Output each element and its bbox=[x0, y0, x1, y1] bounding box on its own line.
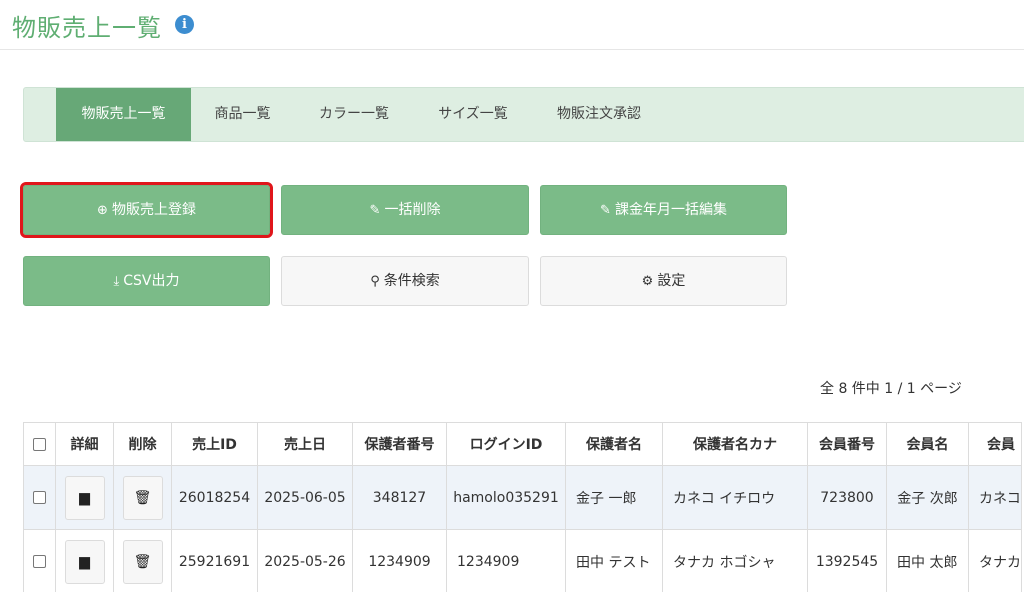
column-header: 詳細 bbox=[55, 422, 114, 466]
column-header[interactable]: 保護者名カナ bbox=[662, 422, 808, 466]
tab-bar: 物販売上一覧 商品一覧 カラー一覧 サイズ一覧 物販注文承認 bbox=[23, 87, 1024, 142]
trash-icon[interactable]: 🗑 bbox=[122, 475, 163, 520]
page-title: 物販売上一覧 bbox=[12, 14, 162, 42]
row-checkbox[interactable] bbox=[33, 491, 46, 504]
register-button[interactable]: ⊕ 物販売上登録 bbox=[20, 182, 273, 238]
pager-summary: 全 8 件中 1 / 1 ページ bbox=[820, 381, 962, 397]
download-icon: ⤓ bbox=[113, 274, 120, 289]
table-header-row: 詳細 削除 売上ID 売上日 保護者番号 ログインID 保護者名 保護者名カナ … bbox=[23, 422, 1022, 466]
column-header[interactable]: ログインID bbox=[446, 422, 566, 466]
column-header[interactable]: 保護者名 bbox=[565, 422, 663, 466]
tab-color-list[interactable]: カラー一覧 bbox=[294, 88, 414, 141]
settings-button[interactable]: ⚙ 設定 bbox=[540, 256, 787, 306]
bulk-delete-button[interactable]: ✎ 一括削除 bbox=[281, 185, 529, 235]
trash-icon[interactable]: 🗑 bbox=[122, 539, 163, 584]
sales-date-cell: 2025-05-26 bbox=[257, 529, 353, 592]
column-header[interactable]: 会員 bbox=[968, 422, 1022, 466]
pencil-icon: ✎ bbox=[600, 203, 611, 218]
column-header[interactable]: 売上日 bbox=[257, 422, 353, 466]
row-checkbox[interactable] bbox=[33, 555, 46, 568]
member-kana-cell: カネコ bbox=[968, 465, 1022, 530]
tab-product-list[interactable]: 商品一覧 bbox=[191, 88, 294, 141]
plus-circle-icon: ⊕ bbox=[97, 203, 108, 218]
document-icon[interactable]: ▆ bbox=[64, 539, 105, 584]
member-number-cell: 1392545 bbox=[807, 529, 887, 592]
sales-date-cell: 2025-06-05 bbox=[257, 465, 353, 530]
detail-cell: ▆ bbox=[55, 529, 114, 592]
csv-output-button[interactable]: ⤓ CSV出力 bbox=[23, 256, 270, 306]
select-all-checkbox[interactable] bbox=[33, 437, 46, 451]
guardian-kana-cell: タナカ ホゴシャ bbox=[662, 529, 808, 592]
delete-cell: 🗑 bbox=[113, 529, 172, 592]
detail-cell: ▆ bbox=[55, 465, 114, 530]
bulk-edit-month-button[interactable]: ✎ 課金年月一括編集 bbox=[540, 185, 787, 235]
column-header[interactable]: 会員番号 bbox=[807, 422, 887, 466]
table-row: ▆ 🗑 26018254 2025-06-05 348127 hamolo035… bbox=[23, 465, 1022, 530]
search-button[interactable]: ⚲ 条件検索 bbox=[281, 256, 529, 306]
guardian-kana-cell: カネコ イチロウ bbox=[662, 465, 808, 530]
sales-id-cell: 25921691 bbox=[171, 529, 258, 592]
select-all-checkbox-cell[interactable] bbox=[23, 422, 56, 466]
pencil-icon: ✎ bbox=[369, 203, 381, 218]
tab-order-approval[interactable]: 物販注文承認 bbox=[532, 88, 666, 141]
member-name-cell: 金子 次郎 bbox=[886, 465, 969, 530]
member-kana-cell: タナカ bbox=[968, 529, 1022, 592]
info-icon[interactable]: i bbox=[175, 15, 194, 34]
column-header[interactable]: 保護者番号 bbox=[352, 422, 447, 466]
delete-cell: 🗑 bbox=[113, 465, 172, 530]
login-id-cell: 1234909 bbox=[446, 529, 566, 592]
guardian-number-cell: 1234909 bbox=[352, 529, 447, 592]
login-id-cell: hamolo035291 bbox=[446, 465, 566, 530]
column-header: 削除 bbox=[113, 422, 172, 466]
tab-size-list[interactable]: サイズ一覧 bbox=[414, 88, 532, 141]
row-checkbox-cell[interactable] bbox=[23, 465, 56, 530]
table-row: ▆ 🗑 25921691 2025-05-26 1234909 1234909 … bbox=[23, 529, 1022, 592]
guardian-number-cell: 348127 bbox=[352, 465, 447, 530]
sales-id-cell: 26018254 bbox=[171, 465, 258, 530]
gear-icon: ⚙ bbox=[641, 274, 654, 289]
search-icon: ⚲ bbox=[370, 274, 380, 289]
page-header: 物販売上一覧 i bbox=[0, 0, 1024, 50]
column-header[interactable]: 売上ID bbox=[171, 422, 258, 466]
document-icon[interactable]: ▆ bbox=[64, 475, 105, 520]
sales-table: 詳細 削除 売上ID 売上日 保護者番号 ログインID 保護者名 保護者名カナ … bbox=[23, 422, 1022, 592]
member-name-cell: 田中 太郎 bbox=[886, 529, 969, 592]
guardian-name-cell: 金子 一郎 bbox=[565, 465, 663, 530]
tab-sales-list[interactable]: 物販売上一覧 bbox=[56, 88, 191, 141]
guardian-name-cell: 田中 テスト bbox=[565, 529, 663, 592]
column-header[interactable]: 会員名 bbox=[886, 422, 969, 466]
member-number-cell: 723800 bbox=[807, 465, 887, 530]
row-checkbox-cell[interactable] bbox=[23, 529, 56, 592]
